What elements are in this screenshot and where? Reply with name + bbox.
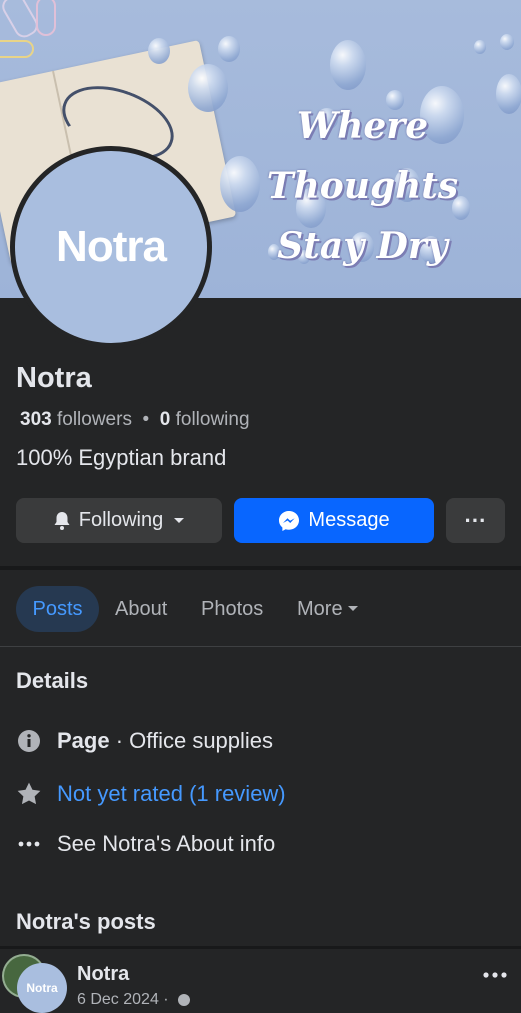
more-options-button[interactable]: ··· xyxy=(446,498,505,543)
water-drop xyxy=(148,38,170,64)
following-button[interactable]: Following xyxy=(16,498,222,543)
caret-down-icon xyxy=(173,517,185,525)
tab-about[interactable]: About xyxy=(115,586,167,632)
cover-tagline-line1: Where Thoughts xyxy=(266,105,459,207)
paperclip-image xyxy=(36,0,56,36)
water-drop xyxy=(218,36,240,62)
water-drop xyxy=(330,40,366,90)
follower-stats: 303 followers • 0 following xyxy=(20,409,250,431)
bell-icon xyxy=(53,511,71,531)
following-count[interactable]: 0 xyxy=(160,409,171,430)
followers-count[interactable]: 303 xyxy=(20,409,52,430)
rating-link[interactable]: Not yet rated (1 review) xyxy=(57,781,286,807)
posts-heading: Notra's posts xyxy=(16,909,156,934)
about-info-link[interactable]: See Notra's About info xyxy=(57,831,275,857)
section-divider xyxy=(0,566,521,570)
ellipsis-icon xyxy=(483,972,507,978)
ellipsis-icon xyxy=(16,831,42,857)
message-button[interactable]: Message xyxy=(234,498,434,543)
paperclip-image xyxy=(0,40,34,58)
tab-posts[interactable]: Posts xyxy=(16,586,99,632)
star-icon xyxy=(16,781,42,807)
posts-divider xyxy=(0,946,521,949)
cover-tagline: Where Thoughts Stay Dry xyxy=(205,96,520,276)
page-name: Notra xyxy=(16,362,92,394)
cover-tagline-line2: Stay Dry xyxy=(277,225,448,267)
tab-more-label: More xyxy=(297,597,343,620)
detail-category-row: Page · Office supplies xyxy=(16,728,273,754)
detail-about-row[interactable]: See Notra's About info xyxy=(16,831,275,857)
info-icon xyxy=(16,728,42,754)
water-drop xyxy=(474,40,486,54)
category-value: · Office supplies xyxy=(109,728,274,753)
following-label[interactable]: following xyxy=(176,409,250,430)
post-avatar-logo: Notra xyxy=(26,981,58,995)
brand-logo-text: Notra xyxy=(56,222,167,271)
post-date: 6 Dec 2024 · xyxy=(77,991,191,1009)
avatar-logo: Notra xyxy=(15,151,207,343)
tabs-divider xyxy=(0,646,521,647)
message-label: Message xyxy=(308,509,390,531)
ellipsis-icon: ··· xyxy=(464,507,487,533)
separator-dot: • xyxy=(137,409,155,430)
tab-photos[interactable]: Photos xyxy=(201,586,263,632)
post-menu-button[interactable] xyxy=(482,958,508,986)
page-bio: 100% Egyptian brand xyxy=(16,445,227,470)
post-author-name[interactable]: Notra xyxy=(77,963,129,986)
category-prefix: Page xyxy=(57,728,110,753)
following-label: Following xyxy=(78,509,164,531)
followers-label[interactable]: followers xyxy=(57,409,132,430)
details-heading: Details xyxy=(16,668,89,693)
post-author-avatar[interactable]: Notra xyxy=(17,963,67,1013)
profile-avatar[interactable]: Notra xyxy=(10,146,212,348)
messenger-icon xyxy=(278,510,300,532)
detail-rating-row[interactable]: Not yet rated (1 review) xyxy=(16,781,286,807)
water-drop xyxy=(500,34,514,50)
caret-down-icon xyxy=(347,605,359,613)
tab-more[interactable]: More xyxy=(297,586,359,632)
